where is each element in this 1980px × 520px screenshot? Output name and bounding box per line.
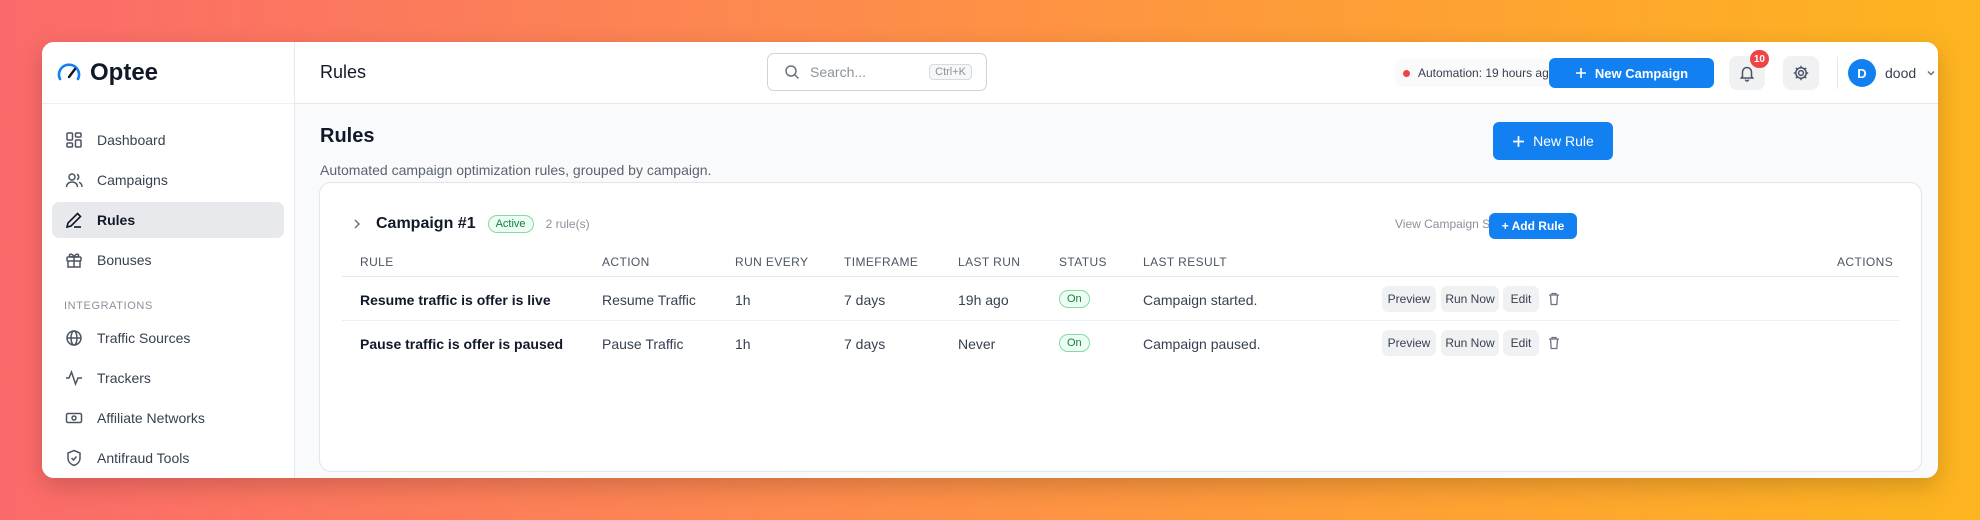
trash-icon[interactable]	[1546, 291, 1562, 307]
preview-button[interactable]: Preview	[1382, 330, 1436, 356]
user-menu[interactable]: D dood	[1837, 57, 1937, 89]
chevron-down-icon	[1927, 70, 1935, 76]
main-content: Rules Search... Ctrl+K Automation: 19 ho…	[295, 42, 1938, 478]
column-header-status: STATUS	[1059, 255, 1107, 269]
top-bar: Rules Search... Ctrl+K Automation: 19 ho…	[295, 42, 1938, 104]
bell-icon	[1739, 66, 1755, 82]
sidebar-item-label: Affiliate Networks	[97, 410, 205, 426]
rule-status-toggle[interactable]: On	[1059, 290, 1090, 308]
rule-count: 2 rule(s)	[545, 217, 590, 231]
gear-icon	[1793, 65, 1809, 81]
sidebar-section-label: INTEGRATIONS	[64, 300, 153, 312]
shield-icon	[67, 449, 81, 467]
brand[interactable]: Optee	[42, 42, 294, 104]
run-now-button[interactable]: Run Now	[1441, 286, 1499, 312]
sidebar-item-affiliate-networks[interactable]: Affiliate Networks	[52, 400, 284, 436]
sidebar-item-label: Antifraud Tools	[97, 450, 190, 466]
sidebar-item-traffic-sources[interactable]: Traffic Sources	[52, 320, 284, 356]
sidebar-item-label: Traffic Sources	[97, 330, 191, 346]
rule-run-every: 1h	[735, 336, 751, 352]
rule-last-run: Never	[958, 336, 996, 352]
campaign-name: Campaign #1	[376, 215, 476, 232]
search-shortcut: Ctrl+K	[929, 64, 972, 80]
user-name: dood	[1885, 65, 1917, 81]
plus-icon	[1575, 68, 1586, 78]
column-header-actions: ACTIONS	[1837, 255, 1894, 269]
rule-last-result: Campaign started.	[1143, 292, 1258, 308]
pen-icon	[65, 212, 82, 229]
avatar: D	[1848, 59, 1876, 87]
rule-timeframe: 7 days	[844, 292, 886, 308]
sidebar-item-dashboard[interactable]: Dashboard	[52, 122, 284, 158]
run-now-button[interactable]: Run Now	[1441, 330, 1499, 356]
table-header: RULE ACTION RUN EVERY TIMEFRAME LAST RUN…	[342, 245, 1899, 277]
campaign-header[interactable]: Campaign #1 Active 2 rule(s)	[350, 215, 590, 233]
rule-last-result: Campaign paused.	[1143, 336, 1261, 352]
globe-icon	[66, 330, 82, 346]
automation-status: Automation: 19 hours ago	[1395, 59, 1564, 87]
users-icon	[65, 173, 83, 188]
rule-name: Resume traffic is offer is live	[360, 292, 551, 308]
sidebar-item-rules[interactable]: Rules	[52, 202, 284, 238]
add-rule-button[interactable]: + Add Rule	[1489, 213, 1577, 239]
rule-action: Pause Traffic	[602, 336, 684, 352]
edit-button[interactable]: Edit	[1503, 286, 1539, 312]
status-badge: Active	[487, 215, 534, 233]
notification-badge: 10	[1749, 50, 1769, 68]
rule-name: Pause traffic is offer is paused	[360, 336, 564, 352]
rule-run-every: 1h	[735, 292, 751, 308]
preview-button[interactable]: Preview	[1382, 286, 1436, 312]
search-icon	[785, 65, 800, 80]
sidebar-nav: Dashboard Campaigns Rules Bonuses INTEGR…	[42, 104, 294, 476]
sidebar-item-label: Rules	[97, 212, 136, 228]
app-window: Optee Dashboard Campaigns Rules Bonuses …	[42, 42, 1938, 478]
sidebar: Optee Dashboard Campaigns Rules Bonuses …	[42, 42, 295, 478]
sidebar-item-trackers[interactable]: Trackers	[52, 360, 284, 396]
column-header-run-every: RUN EVERY	[735, 255, 809, 269]
sidebar-item-label: Bonuses	[97, 252, 152, 268]
trash-icon[interactable]	[1546, 335, 1562, 351]
search-input[interactable]: Search... Ctrl+K	[767, 53, 987, 91]
sidebar-item-bonuses[interactable]: Bonuses	[52, 242, 284, 278]
dashboard-icon	[66, 132, 82, 148]
automation-status-text: Automation: 19 hours ago	[1418, 66, 1556, 80]
search-placeholder: Search...	[810, 64, 867, 80]
rule-last-run: 19h ago	[958, 292, 1009, 308]
column-header-last-run: LAST RUN	[958, 255, 1021, 269]
edit-button[interactable]: Edit	[1503, 330, 1539, 356]
notifications-button[interactable]: 10	[1729, 50, 1769, 90]
activity-icon	[66, 369, 82, 387]
brand-name: Optee	[90, 58, 159, 86]
sidebar-item-campaigns[interactable]: Campaigns	[52, 162, 284, 198]
gauge-logo-icon	[57, 62, 81, 80]
rule-status-toggle[interactable]: On	[1059, 334, 1090, 352]
settings-button[interactable]	[1783, 56, 1819, 90]
sidebar-item-label: Campaigns	[97, 172, 168, 188]
column-header-last-result: LAST RESULT	[1143, 255, 1227, 269]
page-subtitle: Automated campaign optimization rules, g…	[320, 162, 712, 178]
header-title: Rules	[320, 62, 367, 82]
rule-timeframe: 7 days	[844, 336, 886, 352]
table-row: Resume traffic is offer is live Resume T…	[342, 277, 1899, 321]
column-header-rule: RULE	[360, 255, 394, 269]
sidebar-item-label: Trackers	[97, 370, 151, 386]
campaign-card: Campaign #1 Active 2 rule(s) View Campai…	[319, 182, 1922, 472]
page-title: Rules	[320, 125, 375, 147]
new-rule-label: New Rule	[1533, 133, 1594, 149]
rule-action: Resume Traffic	[602, 292, 696, 308]
chevron-right-icon[interactable]	[350, 217, 364, 231]
money-icon	[65, 412, 83, 424]
sidebar-item-antifraud-tools[interactable]: Antifraud Tools	[52, 440, 284, 476]
column-header-timeframe: TIMEFRAME	[844, 255, 919, 269]
plus-icon	[1513, 135, 1525, 147]
status-dot-icon	[1403, 69, 1410, 77]
new-campaign-button[interactable]: New Campaign	[1549, 58, 1714, 88]
new-rule-button[interactable]: New Rule	[1493, 122, 1613, 160]
gift-icon	[66, 253, 82, 268]
new-campaign-label: New Campaign	[1594, 65, 1689, 81]
column-header-action: ACTION	[602, 255, 650, 269]
table-row: Pause traffic is offer is paused Pause T…	[342, 321, 1899, 365]
sidebar-item-label: Dashboard	[97, 132, 166, 148]
